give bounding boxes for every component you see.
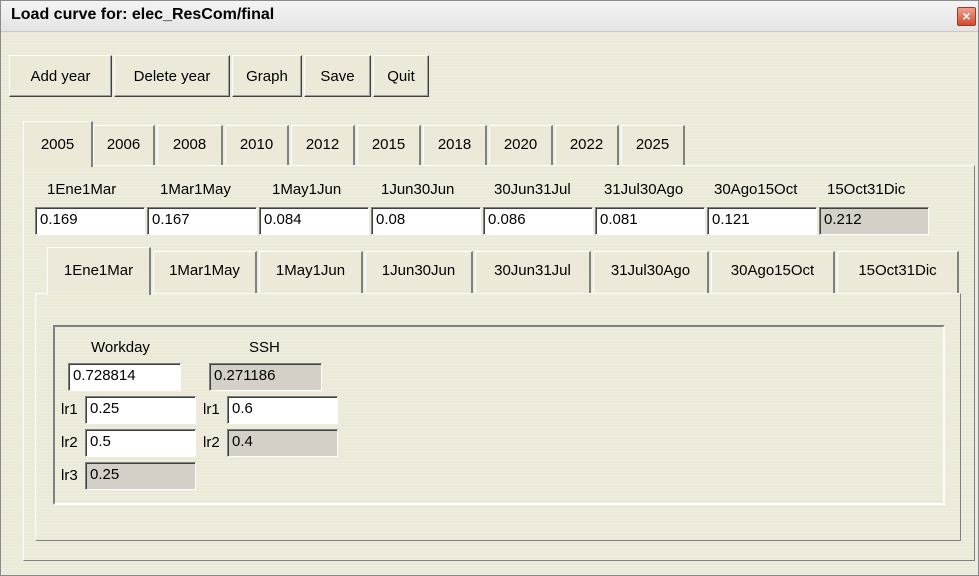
period-label-4: 1Jun30Jun xyxy=(381,181,455,198)
tab-period-30ago15oct[interactable]: 30Ago15Oct xyxy=(711,251,835,293)
workday-lr1-field[interactable]: 0.25 xyxy=(85,396,196,424)
period-label-8: 15Oct31Dic xyxy=(827,181,906,198)
period-value-field-5[interactable]: 0.086 xyxy=(483,207,593,235)
ssh-lr1-label: lr1 xyxy=(203,401,220,418)
tab-period-15oct31dic[interactable]: 15Oct31Dic xyxy=(837,251,959,293)
tab-period-30jun31jul[interactable]: 30Jun31Jul xyxy=(475,251,591,293)
workday-lr2-field[interactable]: 0.5 xyxy=(85,429,196,457)
window-title: Load curve for: elec_ResCom/final xyxy=(11,6,275,23)
period-label-3: 1May1Jun xyxy=(272,181,342,198)
tab-2022[interactable]: 2022 xyxy=(555,125,619,165)
workday-label: Workday xyxy=(91,339,150,356)
tab-period-1jun30jun[interactable]: 1Jun30Jun xyxy=(365,251,473,293)
workday-lr3-label: lr3 xyxy=(61,467,78,484)
period-value-field-3[interactable]: 0.084 xyxy=(259,207,369,235)
tab-2006[interactable]: 2006 xyxy=(93,125,155,165)
workday-lr2-label: lr2 xyxy=(61,434,78,451)
load-curve-window: Load curve for: elec_ResCom/final × Add … xyxy=(0,0,979,576)
tab-2010[interactable]: 2010 xyxy=(225,125,289,165)
tab-2005[interactable]: 2005 xyxy=(23,121,93,167)
ssh-label: SSH xyxy=(249,339,280,356)
workday-lr1-label: lr1 xyxy=(61,401,78,418)
period-value-field-2[interactable]: 0.167 xyxy=(147,207,257,235)
period-label-1: 1Ene1Mar xyxy=(47,181,117,198)
period-value-field-7[interactable]: 0.121 xyxy=(707,207,817,235)
tab-2018[interactable]: 2018 xyxy=(423,125,487,165)
workday-field[interactable]: 0.728814 xyxy=(68,363,181,391)
period-label-2: 1Mar1May xyxy=(160,181,231,198)
tab-2008[interactable]: 2008 xyxy=(157,125,223,165)
save-button[interactable]: Save xyxy=(304,55,371,97)
tab-period-1may1jun[interactable]: 1May1Jun xyxy=(259,251,363,293)
period-label-5: 30Jun31Jul xyxy=(494,181,571,198)
title-bar: Load curve for: elec_ResCom/final × xyxy=(1,1,978,32)
tab-2012[interactable]: 2012 xyxy=(291,125,355,165)
ssh-lr2-field: 0.4 xyxy=(227,429,338,457)
period-label-7: 30Ago15Oct xyxy=(714,181,798,198)
graph-button[interactable]: Graph xyxy=(232,55,302,97)
tab-period-31jul30ago[interactable]: 31Jul30Ago xyxy=(593,251,709,293)
tab-2020[interactable]: 2020 xyxy=(489,125,553,165)
period-value-field-1[interactable]: 0.169 xyxy=(35,207,145,235)
close-icon[interactable]: × xyxy=(957,7,976,26)
add-year-button[interactable]: Add year xyxy=(9,55,112,97)
ssh-lr1-field[interactable]: 0.6 xyxy=(227,396,338,424)
tab-2025[interactable]: 2025 xyxy=(621,125,685,165)
delete-year-button[interactable]: Delete year xyxy=(114,55,230,97)
quit-button[interactable]: Quit xyxy=(373,55,429,97)
period-value-field-8: 0.212 xyxy=(819,207,929,235)
ssh-lr2-label: lr2 xyxy=(203,434,220,451)
tab-period-1ene1mar[interactable]: 1Ene1Mar xyxy=(47,247,151,295)
period-label-6: 31Jul30Ago xyxy=(604,181,684,198)
period-value-field-4[interactable]: 0.08 xyxy=(371,207,481,235)
workday-lr3-field: 0.25 xyxy=(85,462,196,490)
tab-period-1mar1may[interactable]: 1Mar1May xyxy=(153,251,257,293)
ssh-field: 0.271186 xyxy=(209,363,322,391)
tab-2015[interactable]: 2015 xyxy=(357,125,421,165)
period-value-field-6[interactable]: 0.081 xyxy=(595,207,705,235)
